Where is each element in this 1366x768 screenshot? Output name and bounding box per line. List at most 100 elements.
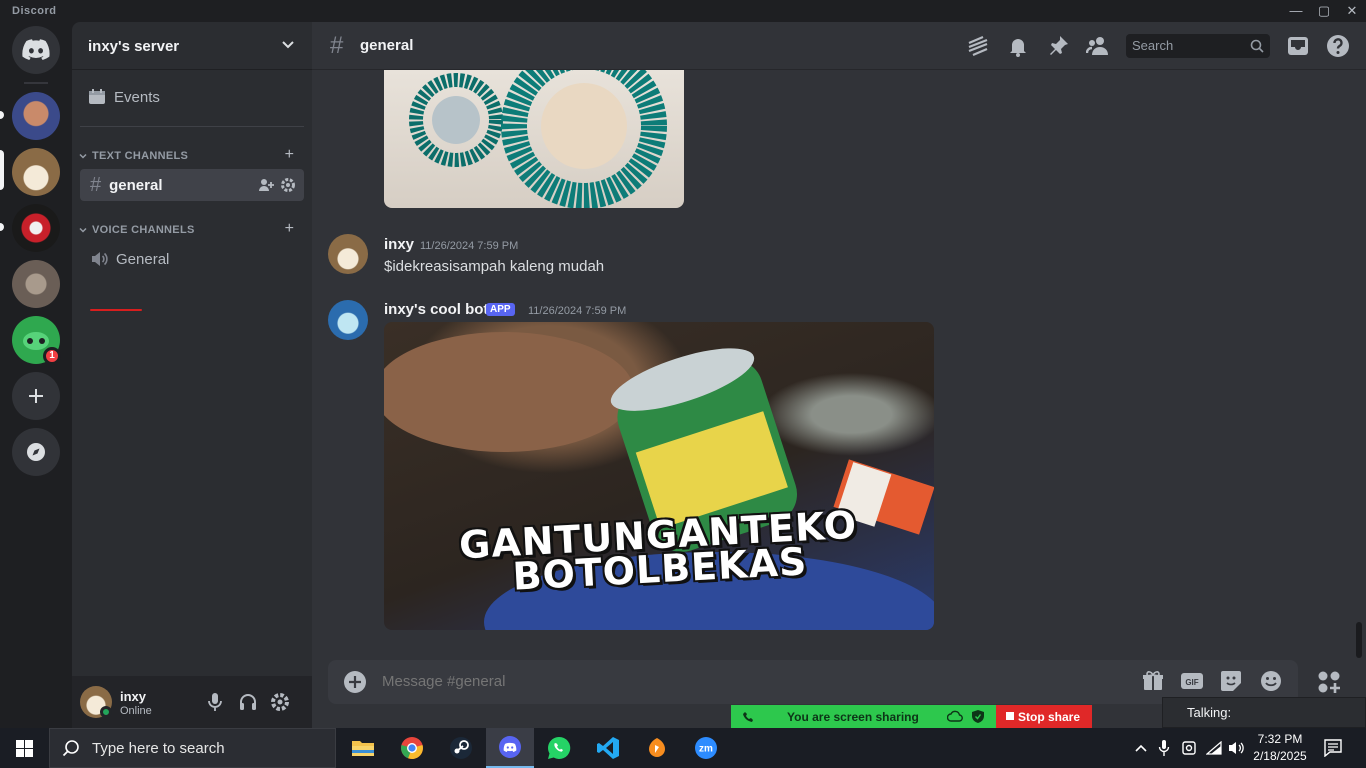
svg-text:zm: zm xyxy=(699,744,713,755)
chevron-down-icon[interactable] xyxy=(280,36,296,52)
bell-icon[interactable] xyxy=(1006,34,1030,58)
svg-text:GIF: GIF xyxy=(1185,678,1198,687)
search-input[interactable]: Search xyxy=(1126,34,1270,58)
maximize-button[interactable]: ▢ xyxy=(1312,2,1336,20)
gear-icon[interactable] xyxy=(280,177,296,193)
server-icon-3[interactable] xyxy=(12,204,60,252)
steam-app[interactable] xyxy=(437,728,485,768)
phone-icon xyxy=(743,712,753,722)
chrome-app[interactable] xyxy=(388,728,436,768)
add-attachment-icon[interactable] xyxy=(344,671,366,693)
gif-icon[interactable]: GIF xyxy=(1180,670,1204,692)
mirror-decor-image xyxy=(409,70,667,208)
message-input[interactable] xyxy=(382,673,1082,690)
user-status: Online xyxy=(120,705,152,717)
clock-date: 2/18/2025 xyxy=(1253,749,1307,763)
inbox-icon[interactable] xyxy=(1286,34,1310,58)
sticker-icon[interactable] xyxy=(1220,670,1242,692)
chevron-down-icon xyxy=(79,153,87,159)
message-list: inxy 11/26/2024 7:59 PM $idekreasisampah… xyxy=(312,70,1366,664)
red-drawing-mark xyxy=(90,309,142,311)
system-clock[interactable]: 7:32 PM 2/18/2025 xyxy=(1250,731,1310,765)
fl-studio-app[interactable] xyxy=(633,728,681,768)
server-icon-4[interactable] xyxy=(12,260,60,308)
vscode-icon xyxy=(597,737,619,759)
hashtag-icon: # xyxy=(90,173,102,196)
microphone-icon[interactable] xyxy=(206,692,224,712)
message-author[interactable]: inxy xyxy=(384,236,414,253)
steam-icon xyxy=(450,737,472,759)
speaker-icon xyxy=(92,252,108,266)
help-icon[interactable] xyxy=(1326,34,1350,58)
events-link[interactable]: Events xyxy=(88,88,160,106)
whatsapp-app[interactable] xyxy=(535,728,583,768)
server-rail: 1 xyxy=(0,22,72,728)
threads-icon[interactable] xyxy=(966,34,990,58)
headphones-icon[interactable] xyxy=(238,692,258,712)
voice-channels-category[interactable]: VOICE CHANNELS xyxy=(78,224,195,236)
scrollbar[interactable] xyxy=(1356,622,1362,658)
title-bar: Discord — ▢ ✕ xyxy=(0,0,1366,22)
discord-app[interactable] xyxy=(486,728,534,768)
unread-indicator xyxy=(0,111,4,119)
channel-label: General xyxy=(116,250,170,268)
search-placeholder: Search xyxy=(1132,38,1174,53)
microphone-icon[interactable] xyxy=(1158,740,1170,756)
text-channels-category[interactable]: TEXT CHANNELS xyxy=(78,150,188,162)
app-title: Discord xyxy=(12,5,57,17)
events-label: Events xyxy=(114,88,160,106)
create-text-channel-button[interactable]: + xyxy=(285,146,294,164)
invite-members-icon[interactable] xyxy=(258,177,274,193)
talking-label: Talking: xyxy=(1187,705,1232,720)
rail-divider xyxy=(24,82,48,84)
discord-icon xyxy=(499,736,521,758)
voice-channel-general[interactable]: General xyxy=(80,243,304,275)
vscode-app[interactable] xyxy=(584,728,632,768)
explore-servers-button[interactable] xyxy=(12,428,60,476)
server-icon-inxys-server[interactable] xyxy=(12,148,60,196)
server-icon-1[interactable] xyxy=(12,92,60,140)
chrome-icon xyxy=(401,737,423,760)
gift-icon[interactable] xyxy=(1142,670,1164,692)
taskbar-search-input[interactable]: Type here to search xyxy=(49,728,336,768)
members-icon[interactable] xyxy=(1086,34,1110,58)
calendar-icon xyxy=(89,89,105,104)
message-timestamp: 11/26/2024 7:59 PM xyxy=(420,240,519,252)
stop-share-button[interactable]: Stop share xyxy=(996,705,1092,728)
pin-icon[interactable] xyxy=(1046,34,1070,58)
avatar[interactable] xyxy=(328,300,368,340)
windows-start-icon[interactable] xyxy=(16,740,33,757)
chevron-up-icon[interactable] xyxy=(1134,742,1148,754)
close-button[interactable]: ✕ xyxy=(1340,2,1364,20)
sidebar-divider xyxy=(80,126,304,127)
gear-icon[interactable] xyxy=(270,692,290,712)
message-composer: GIF xyxy=(328,660,1298,704)
channel-item-general[interactable]: # general xyxy=(80,169,304,201)
search-icon xyxy=(1250,39,1264,53)
image-attachment[interactable] xyxy=(384,70,684,208)
app-launcher-icon[interactable] xyxy=(1316,669,1342,695)
avatar[interactable] xyxy=(328,234,368,274)
volume-icon[interactable] xyxy=(1228,740,1244,756)
zoom-app[interactable]: zm xyxy=(682,728,730,768)
wifi-icon[interactable] xyxy=(1206,741,1222,755)
home-button[interactable] xyxy=(12,26,60,74)
taskbar-search-placeholder: Type here to search xyxy=(92,739,225,757)
minimize-button[interactable]: — xyxy=(1284,2,1308,20)
add-server-button[interactable] xyxy=(12,372,60,420)
server-name: inxy's server xyxy=(88,38,180,55)
create-voice-channel-button[interactable]: + xyxy=(285,220,294,238)
cloud-icon xyxy=(947,710,963,722)
compass-icon xyxy=(27,443,45,461)
emoji-icon[interactable] xyxy=(1260,670,1282,692)
screen-sharing-bar: You are screen sharing xyxy=(731,705,996,728)
image-attachment[interactable]: GANTUNGANTEKO BOTOLBEKAS xyxy=(384,322,934,630)
server-header[interactable]: inxy's server xyxy=(72,22,312,70)
chat-main: # general Search inxy 11/26/2024 7:59 PM… xyxy=(312,22,1366,728)
search-icon xyxy=(62,740,79,757)
file-explorer-app[interactable] xyxy=(339,728,387,768)
notification-center-icon[interactable] xyxy=(1324,739,1342,757)
camera-icon[interactable] xyxy=(1182,740,1196,756)
discord-logo-icon xyxy=(22,39,50,60)
message-author[interactable]: inxy's cool bot xyxy=(384,301,488,318)
